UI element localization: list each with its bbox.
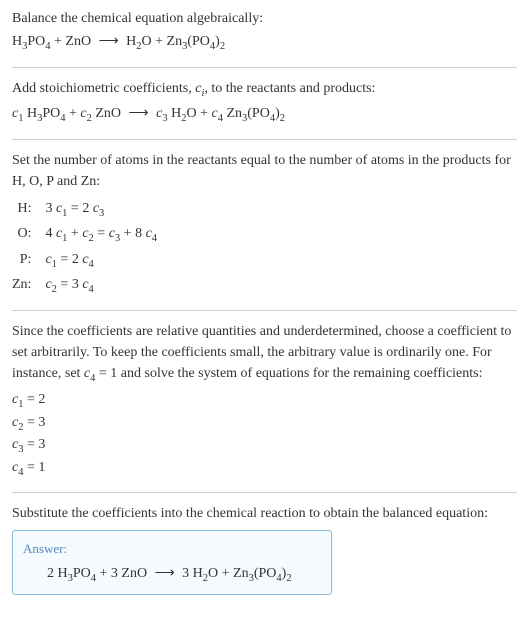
- intro-text-3: Set the number of atoms in the reactants…: [12, 150, 517, 192]
- balanced-equation: 2 H3PO4 + 3 ZnO ⟶ 3 H2O + Zn3(PO4)2: [23, 563, 321, 587]
- section-solve: Since the coefficients are relative quan…: [12, 321, 517, 493]
- row-label-Zn: Zn:: [12, 274, 33, 298]
- row-label-P: P:: [12, 249, 33, 273]
- section-atom-balance: Set the number of atoms in the reactants…: [12, 150, 517, 311]
- row-val-Zn: c2 = 3 c4: [45, 274, 157, 298]
- generic-equation: c1 H3PO4 + c2 ZnO ⟶ c3 H2O + c4 Zn3(PO4)…: [12, 103, 517, 127]
- section-add-coefficients: Add stoichiometric coefficients, ci, to …: [12, 78, 517, 140]
- coef-c3: c3 = 3: [12, 435, 517, 457]
- row-val-O: 4 c1 + c2 = c3 + 8 c4: [45, 223, 157, 247]
- coefficient-solution-list: c1 = 2 c2 = 3 c3 = 3 c4 = 1: [12, 390, 517, 480]
- coef-c4: c4 = 1: [12, 458, 517, 480]
- section-balance-intro: Balance the chemical equation algebraica…: [12, 8, 517, 68]
- answer-box: Answer: 2 H3PO4 + 3 ZnO ⟶ 3 H2O + Zn3(PO…: [12, 530, 332, 595]
- section-answer: Substitute the coefficients into the che…: [12, 503, 517, 607]
- intro-text-2: Add stoichiometric coefficients, ci, to …: [12, 78, 517, 102]
- atom-balance-table: H: 3 c1 = 2 c3 O: 4 c1 + c2 = c3 + 8 c4 …: [12, 198, 157, 298]
- row-label-O: O:: [12, 223, 33, 247]
- coef-c2: c2 = 3: [12, 413, 517, 435]
- row-label-H: H:: [12, 198, 33, 222]
- row-val-P: c1 = 2 c4: [45, 249, 157, 273]
- answer-label: Answer:: [23, 539, 321, 559]
- intro-text-1: Balance the chemical equation algebraica…: [12, 8, 517, 29]
- intro-text-4: Since the coefficients are relative quan…: [12, 321, 517, 387]
- row-val-H: 3 c1 = 2 c3: [45, 198, 157, 222]
- unbalanced-equation: H3PO4 + ZnO ⟶ H2O + Zn3(PO4)2: [12, 31, 517, 55]
- intro-text-5: Substitute the coefficients into the che…: [12, 503, 517, 524]
- coef-c1: c1 = 2: [12, 390, 517, 412]
